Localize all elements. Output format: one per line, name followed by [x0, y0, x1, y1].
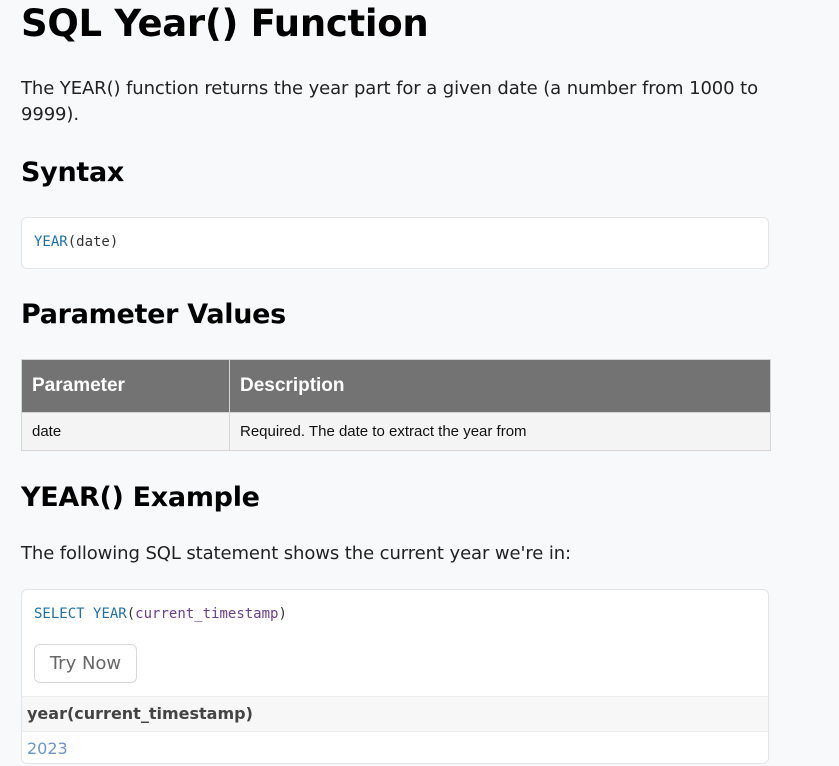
syntax-function-name: YEAR	[34, 234, 68, 250]
code-keyword-select: SELECT	[34, 606, 85, 622]
table-header-parameter: Parameter	[21, 359, 230, 413]
page-description: The YEAR() function returns the year par…	[21, 78, 758, 125]
table-header-row: Parameter Description	[21, 359, 771, 413]
code-close-paren: )	[278, 606, 287, 622]
syntax-code-block: YEAR(date)	[21, 217, 769, 269]
syntax-code: YEAR(date)	[34, 234, 118, 250]
table-header-description: Description	[229, 359, 771, 413]
example-description: The following SQL statement shows the cu…	[21, 543, 572, 564]
page-title: SQL Year() Function	[21, 2, 429, 45]
code-argument: current_timestamp	[135, 606, 279, 622]
result-column-header: year(current_timestamp)	[22, 696, 768, 732]
syntax-arguments: (date)	[67, 234, 119, 250]
example-code-block: SELECT YEAR(current_timestamp) Try Now y…	[21, 589, 769, 764]
result-value: 2023	[27, 739, 68, 758]
example-heading: YEAR() Example	[21, 482, 260, 513]
code-open-paren: (	[126, 606, 136, 622]
syntax-heading: Syntax	[21, 157, 125, 188]
code-function-year: YEAR	[93, 606, 127, 622]
result-table: year(current_timestamp) 2023	[22, 696, 768, 763]
table-cell-description: Required. The date to extract the year f…	[229, 412, 771, 451]
parameters-table: Parameter Description date Required. The…	[21, 359, 771, 451]
parameters-heading: Parameter Values	[21, 299, 286, 330]
table-row: date Required. The date to extract the y…	[21, 412, 771, 451]
try-now-button[interactable]: Try Now	[34, 644, 137, 683]
example-code: SELECT YEAR(current_timestamp)	[34, 606, 287, 622]
table-cell-parameter: date	[21, 412, 230, 451]
